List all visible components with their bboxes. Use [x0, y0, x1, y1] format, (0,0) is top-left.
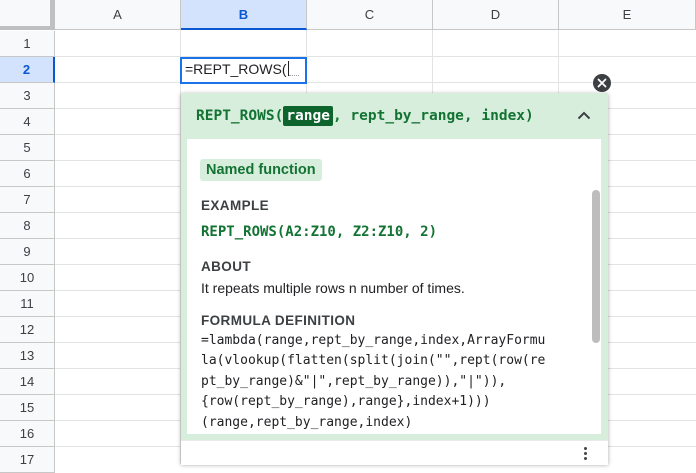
formula-definition-heading: FORMULA DEFINITION: [201, 313, 356, 328]
collapse-help-button[interactable]: [574, 105, 594, 125]
remaining-arguments: , rept_by_range, index): [332, 108, 534, 124]
more-vertical-icon: [583, 447, 587, 450]
row-header-9[interactable]: 9: [0, 239, 55, 265]
row-header-1[interactable]: 1: [0, 31, 55, 57]
row-header-12[interactable]: 12: [0, 317, 55, 343]
row-header-3[interactable]: 3: [0, 83, 55, 109]
row-header-7[interactable]: 7: [0, 187, 55, 213]
row-header-10[interactable]: 10: [0, 265, 55, 291]
row-header-17[interactable]: 17: [0, 447, 55, 473]
row-header-2[interactable]: 2: [0, 57, 55, 83]
function-name: REPT_ROWS(: [196, 108, 284, 124]
more-vertical-icon-dot: [583, 452, 587, 455]
active-argument: range: [283, 106, 333, 126]
row-header-15[interactable]: 15: [0, 395, 55, 421]
about-heading: ABOUT: [201, 259, 251, 274]
example-code: REPT_ROWS(A2:Z10, Z2:Z10, 2): [201, 224, 438, 240]
chevron-up-icon: [577, 111, 591, 119]
row-header-16[interactable]: 16: [0, 421, 55, 447]
row-header-11[interactable]: 11: [0, 291, 55, 317]
column-header-b[interactable]: B: [181, 0, 307, 30]
help-footer: [181, 440, 608, 465]
help-body[interactable]: Named function EXAMPLE REPT_ROWS(A2:Z10,…: [187, 139, 601, 434]
close-help-button[interactable]: [593, 74, 611, 92]
more-options-button[interactable]: [580, 447, 590, 465]
more-vertical-icon-dot: [583, 457, 587, 460]
column-header-e[interactable]: E: [559, 0, 696, 30]
row-header-8[interactable]: 8: [0, 213, 55, 239]
function-signature: REPT_ROWS(range, rept_by_range, index): [196, 106, 534, 126]
row-header-5[interactable]: 5: [0, 135, 55, 161]
argument-placeholder: [288, 65, 299, 76]
close-icon: [597, 78, 607, 88]
column-header-d[interactable]: D: [433, 0, 559, 30]
cell-editor-b2[interactable]: =REPT_ROWS(: [180, 57, 307, 84]
help-body-frame: Named function EXAMPLE REPT_ROWS(A2:Z10,…: [181, 139, 608, 440]
freeze-row-handle[interactable]: [0, 26, 55, 30]
formula-definition: =lambda(range,rept_by_range,index,ArrayF…: [201, 333, 546, 430]
row-header-13[interactable]: 13: [0, 343, 55, 369]
column-header-a[interactable]: A: [55, 0, 181, 30]
example-heading: EXAMPLE: [201, 198, 270, 213]
column-header-c[interactable]: C: [307, 0, 433, 30]
cell-editor-text: =REPT_ROWS(: [185, 61, 287, 77]
row-header-14[interactable]: 14: [0, 369, 55, 395]
row-header-4[interactable]: 4: [0, 109, 55, 135]
help-scrollbar[interactable]: [592, 190, 600, 343]
gridline: [55, 56, 696, 57]
function-help-popup: REPT_ROWS(range, rept_by_range, index) N…: [181, 93, 608, 465]
row-header-6[interactable]: 6: [0, 161, 55, 187]
function-signature-header[interactable]: REPT_ROWS(range, rept_by_range, index): [181, 93, 608, 139]
named-function-badge: Named function: [200, 159, 322, 181]
about-text: It repeats multiple rows n number of tim…: [201, 280, 465, 296]
